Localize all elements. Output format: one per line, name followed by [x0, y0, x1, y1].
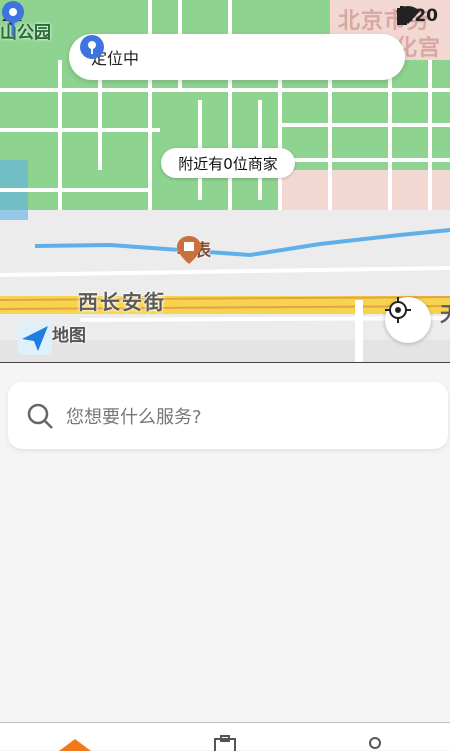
location-bar[interactable]: 定位中 [69, 34, 405, 80]
amap-logo: 高德地图 [18, 321, 86, 355]
bottom-tab-bar [0, 722, 450, 751]
status-bar: 3:20 [395, 6, 438, 26]
crosshair-icon [385, 297, 411, 323]
order-icon[interactable] [205, 733, 245, 751]
poi-marker-icon [177, 236, 201, 264]
service-search-box[interactable]: 您想要什么服务? [8, 382, 448, 449]
poi-huabiao[interactable]: 华表 [177, 236, 211, 264]
location-pin-icon [80, 35, 104, 59]
battery-icon [396, 6, 407, 25]
user-icon[interactable] [355, 733, 395, 751]
home-icon[interactable] [55, 733, 95, 751]
locate-button[interactable] [385, 297, 431, 343]
search-placeholder: 您想要什么服务? [66, 406, 202, 428]
amap-logo-icon [18, 321, 52, 355]
edge-label: 天 [440, 298, 450, 327]
map-marker-icon [2, 1, 24, 36]
search-icon [27, 403, 53, 429]
street-label: 西长安街 [78, 290, 166, 314]
nearby-merchants-callout: 附近有0位商家 [161, 148, 295, 178]
map-view[interactable]: 山公园 北京市劳 文化宫 3:20 定位中 附近有0位商家 华表 西长安街 天 [0, 0, 450, 363]
